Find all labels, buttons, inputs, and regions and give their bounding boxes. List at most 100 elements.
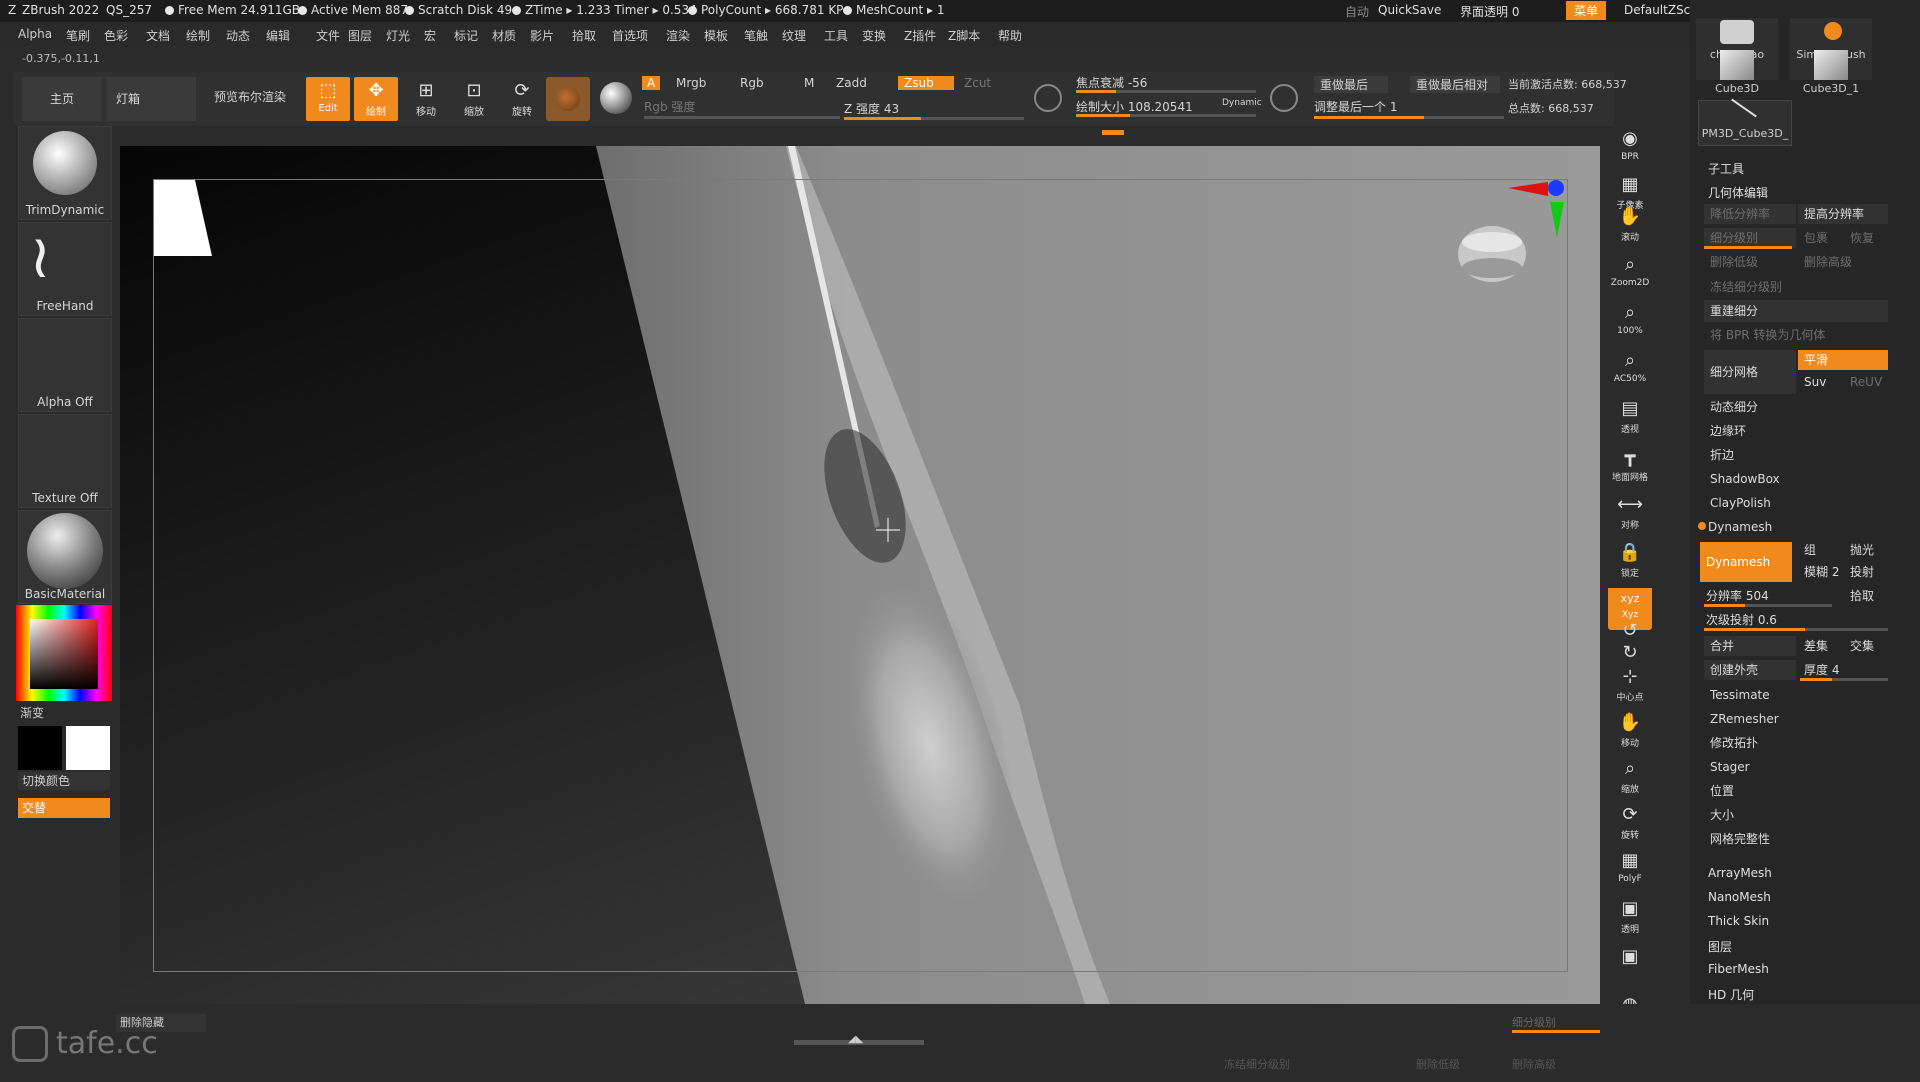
adjust-last-label[interactable]: 调整最后一个 1 [1314, 98, 1397, 115]
menu-7[interactable]: 文件 [316, 27, 340, 44]
swap-button[interactable]: 交替 [18, 798, 110, 818]
z-intensity-label[interactable]: Z 强度 43 [844, 100, 899, 117]
resolution-track[interactable] [1704, 604, 1832, 607]
thickness-slider[interactable]: 厚度 4 [1798, 660, 1888, 680]
add-button[interactable]: 合并 [1704, 636, 1796, 656]
pick-button[interactable]: 拾取 [1844, 586, 1888, 606]
fibermesh-menu[interactable]: FiberMesh [1708, 962, 1769, 976]
menu-16[interactable]: 渲染 [666, 27, 690, 44]
tool-pm3d-cube3d[interactable]: PM3D_Cube3D_ [1698, 98, 1792, 146]
quicksave-button[interactable]: QuickSave [1378, 3, 1441, 17]
dynamic-brush-icon[interactable] [1270, 84, 1298, 112]
reconstruct-subdiv-button[interactable]: 重建细分 [1704, 300, 1888, 322]
resolution-slider[interactable]: 分辨率 504 [1700, 586, 1834, 606]
create-shell-button[interactable]: 创建外壳 [1704, 660, 1796, 680]
canvas-viewport[interactable] [120, 146, 1600, 1004]
intersect-button[interactable]: 交集 [1844, 636, 1888, 656]
shadowbox-menu[interactable]: ShadowBox [1704, 468, 1888, 490]
rail-button-0[interactable]: ◉ BPR [1608, 126, 1652, 168]
rail-button-2[interactable]: ✋ 滚动 [1608, 204, 1652, 246]
lightbox-button[interactable]: 灯箱 [106, 77, 196, 121]
switch-color-button[interactable]: 切换颜色 [18, 772, 110, 790]
replay-last-rel-button[interactable]: 重做最后相对 [1410, 76, 1501, 93]
menu-24[interactable]: 帮助 [998, 27, 1022, 44]
divide-button[interactable]: 细分网格 [1704, 350, 1796, 394]
hd-geometry-menu[interactable]: HD 几何 [1708, 986, 1754, 1003]
focal-shift-label[interactable]: 焦点衰减 -56 [1076, 74, 1147, 91]
geometry-header[interactable]: 几何体编辑 [1708, 184, 1768, 201]
del-lower-button[interactable]: 删除低级 [1704, 252, 1796, 272]
menu-button[interactable]: 菜单 [1566, 1, 1607, 20]
menu-19[interactable]: 纹理 [782, 27, 806, 44]
focal-shift-slider[interactable] [1076, 90, 1256, 93]
gradient-label[interactable]: 渐变 [20, 704, 44, 721]
del-lower-bottom[interactable]: 删除低级 [1416, 1056, 1460, 1072]
menu-14[interactable]: 拾取 [572, 27, 596, 44]
mrgb-button[interactable]: Mrgb [676, 76, 706, 90]
rgb-intensity-track[interactable] [644, 116, 840, 119]
zadd-button[interactable]: Zadd [836, 76, 867, 90]
preview-render-button[interactable]: 预览布尔渲染 [214, 88, 286, 105]
rail-button-17[interactable]: ▦ PolyF [1608, 848, 1652, 890]
m-button[interactable]: M [804, 76, 814, 90]
thickskin-menu[interactable]: Thick Skin [1708, 914, 1769, 928]
tessimate-menu[interactable]: Tessimate [1704, 684, 1888, 706]
sub-button[interactable]: 差集 [1798, 636, 1842, 656]
menu-2[interactable]: 色彩 [104, 27, 128, 44]
rgb-button[interactable]: Rgb [740, 76, 764, 90]
home-button[interactable]: 主页 [22, 77, 102, 121]
rail-button-4[interactable]: ⌕ 100% [1608, 300, 1652, 342]
sdiv-slider[interactable]: 细分级别 [1704, 228, 1796, 248]
material-basic[interactable]: BasicMaterial [18, 510, 112, 604]
color-picker-square[interactable] [30, 619, 98, 689]
edit-button[interactable]: ⬚ Edit [306, 77, 350, 121]
alpha-off[interactable]: Alpha Off [18, 318, 112, 412]
zcut-button[interactable]: Zcut [964, 76, 991, 90]
higher-res-button[interactable]: 提高分辨率 [1798, 204, 1888, 224]
dynamesh-button[interactable]: Dynamesh [1700, 542, 1792, 582]
menu-18[interactable]: 笔触 [744, 27, 768, 44]
subtool-header[interactable]: 子工具 [1708, 160, 1744, 177]
sub-projection-track[interactable] [1704, 628, 1888, 631]
zsub-button[interactable]: Zsub [898, 76, 954, 90]
menu-1[interactable]: 笔刷 [66, 27, 90, 44]
transparency-slider[interactable]: 界面透明 0 [1460, 3, 1519, 20]
rotate-button[interactable]: ⟳ 旋转 [500, 77, 544, 121]
move-button[interactable]: ⊞ 移动 [404, 77, 448, 121]
draw-button[interactable]: ✥ 绘制 [354, 77, 398, 121]
menu-10[interactable]: 宏 [424, 27, 436, 44]
color-sphere-icon[interactable] [600, 82, 632, 114]
dynamic-subdiv-menu[interactable]: 动态细分 [1704, 396, 1888, 418]
group-toggle[interactable]: 组 [1798, 540, 1842, 560]
sub-projection-slider[interactable]: 次级投射 0.6 [1700, 610, 1888, 630]
draw-size-slider[interactable] [1076, 114, 1256, 117]
dynamic-size-toggle[interactable]: Dynamic [1222, 98, 1262, 108]
menu-4[interactable]: 绘制 [186, 27, 210, 44]
scale-button[interactable]: ⊡ 缩放 [452, 77, 496, 121]
lower-res-button[interactable]: 降低分辨率 [1704, 204, 1796, 224]
arraymesh-menu[interactable]: ArrayMesh [1708, 866, 1772, 880]
edgeloop-menu[interactable]: 边缘环 [1704, 420, 1888, 442]
thickness-track[interactable] [1800, 678, 1888, 681]
size-menu[interactable]: 大小 [1704, 804, 1888, 826]
lazy-mouse-icon[interactable] [1034, 84, 1062, 112]
del-higher-button[interactable]: 删除高级 [1798, 252, 1888, 272]
del-higher-bottom[interactable]: 删除高级 [1512, 1056, 1556, 1072]
menu-9[interactable]: 灯光 [386, 27, 410, 44]
polish-toggle[interactable]: 抛光 [1844, 540, 1888, 560]
stager-menu[interactable]: Stager [1704, 756, 1888, 778]
menu-8[interactable]: 图层 [348, 27, 372, 44]
adjust-last-slider[interactable] [1314, 116, 1504, 119]
reuv-toggle[interactable]: ReUV [1844, 372, 1888, 392]
menu-20[interactable]: 工具 [824, 27, 848, 44]
a-toggle[interactable]: A [642, 76, 661, 90]
rail-button-6[interactable]: ▤ 透视 [1608, 396, 1652, 438]
collapse-chevron-icon[interactable]: ◢◣ [848, 1034, 863, 1045]
secondary-color-swatch[interactable] [18, 726, 62, 770]
main-color-swatch[interactable] [66, 726, 110, 770]
rail-button-14[interactable]: ✋ 移动 [1608, 710, 1652, 752]
suv-toggle[interactable]: Suv [1798, 372, 1842, 392]
modify-topology-menu[interactable]: 修改拓扑 [1704, 732, 1888, 754]
menu-12[interactable]: 材质 [492, 27, 516, 44]
restore-button[interactable]: 恢复 [1844, 228, 1888, 248]
